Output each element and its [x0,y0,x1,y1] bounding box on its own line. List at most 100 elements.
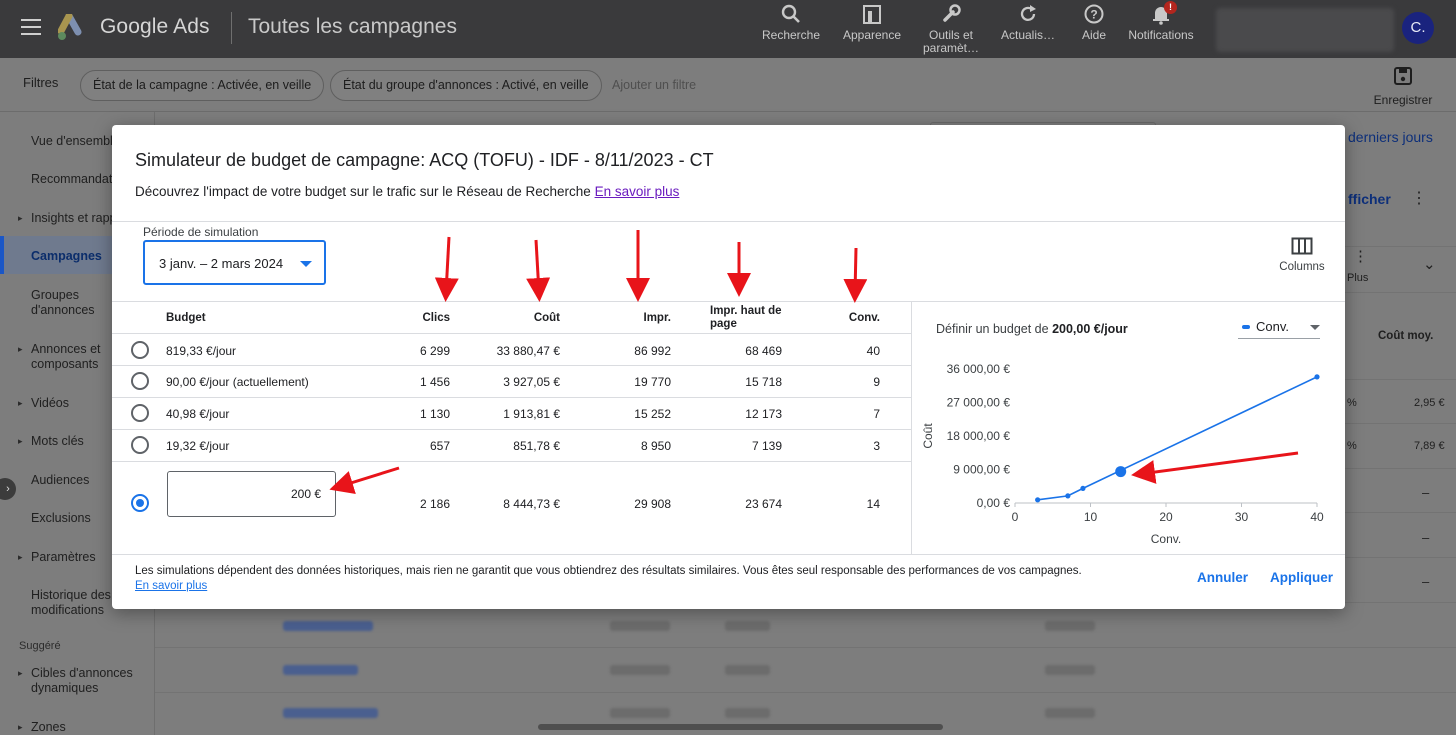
budget-option-radio[interactable] [131,404,149,422]
budget-simulator-dialog: Simulateur de budget de campagne: ACQ (T… [112,125,1345,609]
table-cell-impressions: 15 252 [634,407,671,421]
dialog-subtitle-text: Découvrez l'impact de votre budget sur l… [135,184,591,199]
table-cell-blurred [1045,621,1095,631]
sidebar-item-label: Cibles d'annonces dynamiques [31,666,133,695]
table-top-divider [112,301,1345,302]
save-label: Enregistrer [1373,93,1433,107]
series-point[interactable] [1080,485,1086,491]
footer-learn-more-link[interactable]: En savoir plus [135,580,207,592]
chevron-down-icon[interactable]: ⌄ [1423,255,1436,273]
table-cell-conversions: 40 [866,344,880,358]
cost-conversion-chart[interactable]: 0,00 € 9 000,00 € 18 000,00 € 27 000,00 € 36… [912,350,1342,555]
sidebar-item-label: Vidéos [31,396,69,410]
date-range-label[interactable]: derniers jours [1348,129,1433,145]
top-tool-help[interactable]: ? Aide [1057,3,1131,42]
column-header-budget: Budget [166,312,206,324]
top-tool-refresh[interactable]: Actualis… [991,3,1065,42]
budget-option-radio[interactable] [131,372,149,390]
column-header-impressions: Impr. [643,312,671,324]
sidebar-item-ads-assets[interactable]: ▸ Annonces et composants [0,342,120,372]
learn-more-link[interactable]: En savoir plus [595,184,680,199]
table-cell-top-impressions: 68 469 [745,344,782,358]
sidebar-item-zones[interactable]: ▸ Zones [0,720,155,735]
sidebar-item-change-history[interactable]: Historique des modifications [0,588,125,618]
table-cell-blurred [610,708,670,718]
sidebar-item-label: Vue d'ensemble [31,134,120,148]
sidebar-item-label: Exclusions [31,511,91,525]
y-axis-label: Coût [921,423,935,449]
table-cell-blurred [610,665,670,675]
column-header-conversions: Conv. [848,312,880,324]
disclaimer: Les simulations dépendent des données hi… [135,564,1165,594]
custom-budget-input[interactable]: 200 € [167,471,336,517]
table-cell-blurred [725,621,770,631]
table-cell-clicks: 2 186 [419,497,450,511]
table-cell-clicks: 1 130 [419,407,450,421]
dialog-footer-divider [112,554,1345,555]
sidebar-item-label: Audiences [31,473,90,487]
simulation-period-select[interactable]: 3 janv. – 2 mars 2024 [143,240,326,285]
account-info-blurred[interactable] [1216,8,1394,52]
top-tool-search[interactable]: Recherche [754,3,828,42]
y-tick-label: 27 000,00 € [947,396,1011,410]
column-header-cost: Coût [533,312,560,324]
chart-series-select[interactable]: Conv. [1238,317,1320,339]
sidebar-item-label: Zones [31,720,66,734]
sidebar-item-dynamic-targets[interactable]: ▸ Cibles d'annonces dynamiques [0,666,140,696]
dialog-title: Simulateur de budget de campagne: ACQ (T… [135,150,714,170]
more-vert-icon[interactable]: ⋮ [1353,247,1368,265]
series-color-marker [1242,325,1250,329]
table-cell-blurred [725,665,770,675]
simulation-period-label: Période de simulation [143,225,259,239]
table-cell-conversions: 14 [866,497,880,511]
save-button[interactable]: Enregistrer [1372,66,1434,107]
column-header-clicks: Clics [422,312,451,324]
more-label[interactable]: Plus [1347,272,1368,284]
top-tool-notifications[interactable]: ! Notifications [1124,1,1198,42]
table-row-divider [112,365,911,366]
budget-option-radio[interactable] [131,341,149,359]
budget-option-radio[interactable] [131,436,149,454]
table-cell-impressions: 19 770 [634,375,671,389]
menu-icon[interactable] [21,19,41,35]
add-filter-button[interactable]: Ajouter un filtre [612,78,696,92]
more-vert-icon[interactable]: ⋮ [1411,188,1427,208]
campaign-link-blurred[interactable] [283,621,373,631]
budget-option-radio-custom[interactable] [131,494,149,512]
table-cell-clicks: 1 456 [419,375,450,389]
cancel-button[interactable]: Annuler [1197,570,1248,585]
display-button[interactable]: fficher [1348,191,1391,207]
campaign-link-blurred[interactable] [283,665,358,675]
table-cell-impressions: 29 908 [634,497,671,511]
series-point[interactable] [1035,497,1041,503]
table-cell-clicks: 657 [429,439,450,453]
brand-name: Google Ads [100,15,210,38]
sidebar-item-label: Groupes d'annonces [31,288,95,317]
table-cell-budget: 19,32 €/jour [166,439,230,453]
horizontal-scrollbar[interactable] [538,724,943,730]
filter-chip-campaign-status[interactable]: État de la campagne : Activée, en veille [80,70,325,101]
filters-label: Filtres [23,75,59,90]
series-point[interactable] [1314,374,1320,380]
table-cell-budget: 40,98 €/jour [166,407,230,421]
table-cell-budget: 819,33 €/jour [166,344,237,358]
table-cell: % [1347,397,1357,409]
top-tool-appearance[interactable]: Apparence [835,3,909,42]
table-cell-top-impressions: 15 718 [745,375,782,389]
top-tool-settings[interactable]: Outils et paramèt… [914,3,988,55]
apply-button[interactable]: Appliquer [1270,570,1333,585]
filter-chip-adgroup-status[interactable]: État du groupe d'annonces : Activé, en v… [330,70,602,101]
chart-title-value: 200,00 €/jour [1052,322,1128,336]
svg-text:?: ? [1090,8,1097,22]
columns-button[interactable]: Columns [1272,237,1332,273]
column-header-avg-cost[interactable]: Coût moy. [1378,330,1433,342]
x-tick-label: 0 [1012,510,1019,524]
table-divider [155,647,1456,648]
highlight-point[interactable] [1115,466,1127,478]
table-cell-budget: 90,00 €/jour (actuellement) [166,375,309,389]
collapse-sidebar-button[interactable]: › [0,478,16,500]
series-point[interactable] [1065,493,1071,499]
campaign-link-blurred[interactable] [283,708,378,718]
avatar[interactable]: C. [1402,12,1434,44]
sidebar-item-ad-groups[interactable]: Groupes d'annonces [0,288,120,318]
